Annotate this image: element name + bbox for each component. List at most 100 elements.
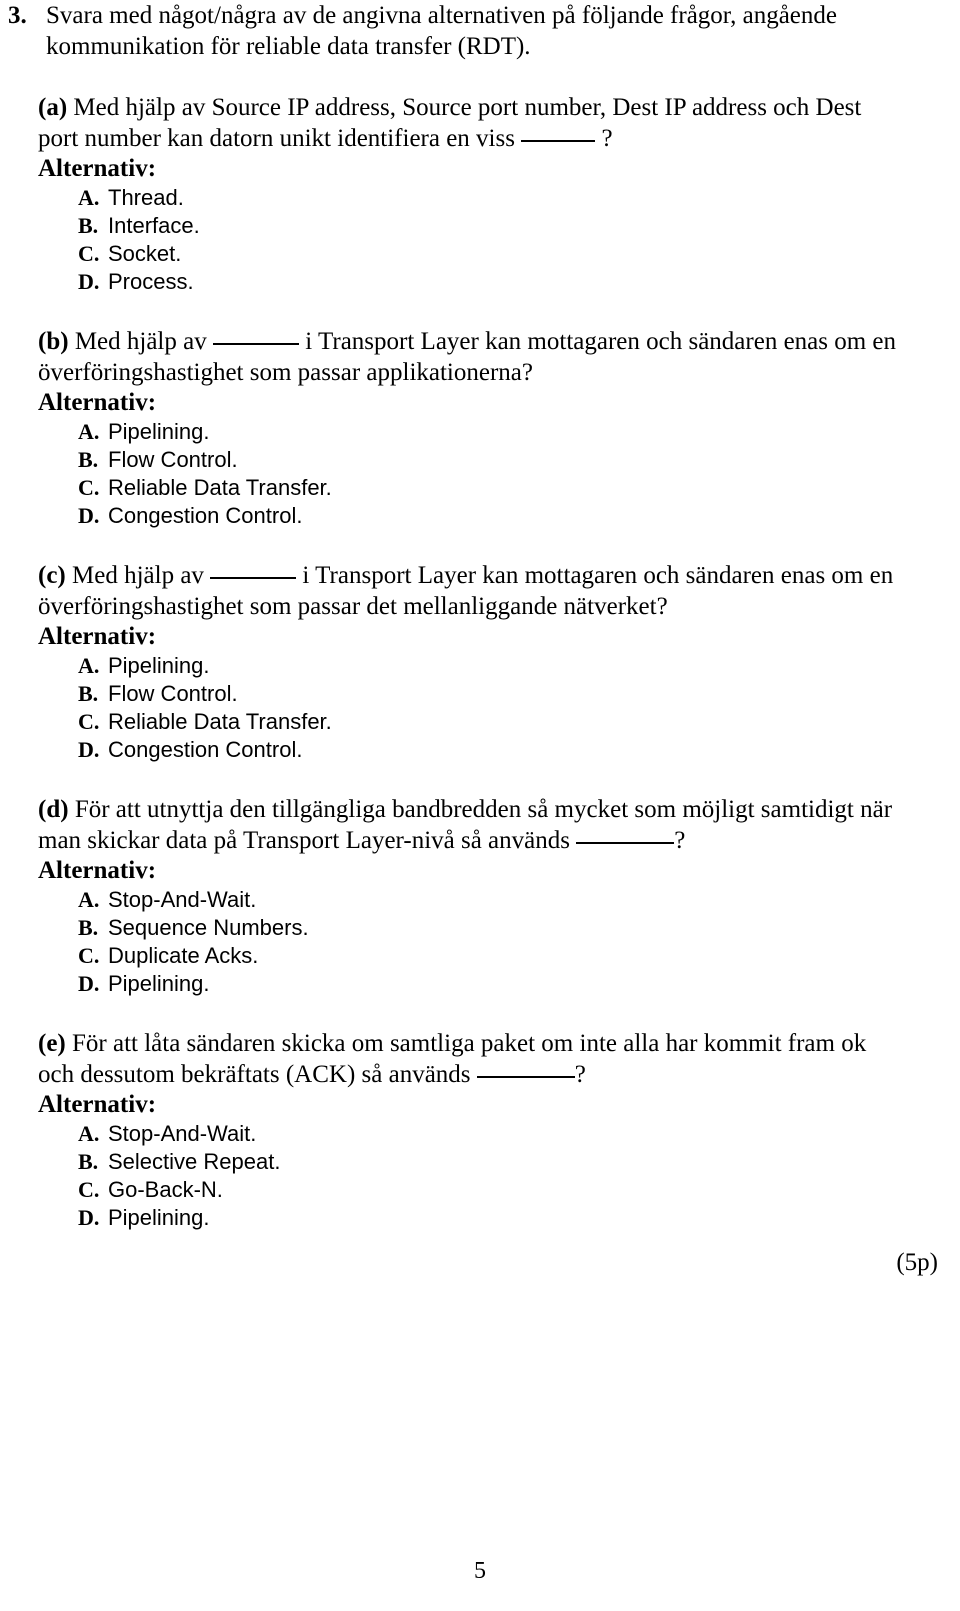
option-text: Stop-And-Wait. (108, 887, 257, 912)
answer-blank-e[interactable] (476, 1076, 575, 1078)
option-item[interactable]: D. Process. (78, 268, 908, 296)
option-text: Socket. (108, 241, 182, 266)
subquestion-a: (a) Med hjälp av Source IP address, Sour… (0, 92, 908, 296)
alternativ-label-b: Alternativ: (38, 389, 157, 416)
subquestion-d-label: (d) (38, 796, 69, 823)
subquestion-e-text-after: ? (574, 1061, 586, 1088)
option-letter: C. (78, 241, 100, 266)
option-item[interactable]: D. Congestion Control. (78, 736, 908, 764)
option-letter: A. (78, 653, 100, 678)
option-letter: A. (78, 1121, 100, 1146)
option-item[interactable]: A. Pipelining. (78, 652, 908, 680)
option-item[interactable]: A. Stop-And-Wait. (78, 1120, 908, 1148)
option-letter: C. (78, 475, 100, 500)
option-letter: C. (78, 943, 100, 968)
question-stem-line-2: kommunikation för reliable data transfer… (46, 33, 531, 60)
option-item[interactable]: B. Selective Repeat. (78, 1148, 908, 1176)
options-list-b: A. Pipelining. B. Flow Control. C. Relia… (38, 418, 908, 530)
option-item[interactable]: B. Flow Control. (78, 680, 908, 708)
option-text: Selective Repeat. (108, 1149, 281, 1174)
option-item[interactable]: C. Go-Back-N. (78, 1176, 908, 1204)
question-stem: Svara med något/några av de angivna alte… (46, 0, 908, 62)
answer-blank-d[interactable] (576, 842, 675, 844)
option-letter: B. (78, 915, 99, 940)
question-3-block: 3. Svara med något/några av de angivna a… (0, 0, 960, 1232)
page-number: 5 (474, 1558, 486, 1584)
subquestion-d-text: (d) För att utnyttja den tillgängliga ba… (38, 794, 900, 856)
option-item[interactable]: C. Reliable Data Transfer. (78, 708, 908, 736)
option-text: Pipelining. (108, 971, 210, 996)
option-item[interactable]: A. Pipelining. (78, 418, 908, 446)
option-text: Thread. (108, 185, 184, 210)
option-text: Go-Back-N. (108, 1177, 223, 1202)
subquestion-b-label: (b) (38, 328, 69, 355)
subquestion-c: (c) Med hjälp av i Transport Layer kan m… (0, 560, 908, 764)
subquestion-d-text-before: För att utnyttja den tillgängliga bandbr… (38, 796, 893, 854)
option-letter: B. (78, 447, 99, 472)
option-letter: C. (78, 1177, 100, 1202)
option-text: Stop-And-Wait. (108, 1121, 257, 1146)
option-item[interactable]: C. Socket. (78, 240, 908, 268)
option-letter: B. (78, 213, 99, 238)
subquestion-c-text-before: Med hjälp av (65, 562, 211, 589)
option-item[interactable]: B. Sequence Numbers. (78, 914, 908, 942)
subquestion-c-label: (c) (38, 562, 66, 589)
option-letter: A. (78, 887, 100, 912)
question-heading: 3. Svara med något/några av de angivna a… (0, 0, 960, 62)
option-letter: A. (78, 419, 100, 444)
answer-blank-a[interactable] (521, 140, 596, 142)
option-item[interactable]: A. Thread. (78, 184, 908, 212)
alternativ-label-c: Alternativ: (38, 623, 157, 650)
subquestion-b: (b) Med hjälp av i Transport Layer kan m… (0, 326, 908, 530)
subquestion-b-text-before: Med hjälp av (68, 328, 213, 355)
option-text: Interface. (108, 213, 200, 238)
option-letter: D. (78, 971, 100, 996)
options-list-a: A. Thread. B. Interface. C. Socket. D. P… (38, 184, 908, 296)
subquestion-a-label: (a) (38, 94, 68, 121)
option-item[interactable]: C. Reliable Data Transfer. (78, 474, 908, 502)
alternativ-label-d: Alternativ: (38, 857, 157, 884)
option-letter: B. (78, 1149, 99, 1174)
options-list-c: A. Pipelining. B. Flow Control. C. Relia… (38, 652, 908, 764)
option-item[interactable]: C. Duplicate Acks. (78, 942, 908, 970)
answer-blank-b[interactable] (212, 343, 299, 345)
option-text: Pipelining. (108, 653, 210, 678)
question-number: 3. (8, 2, 27, 29)
option-text: Reliable Data Transfer. (108, 475, 332, 500)
subquestion-c-text: (c) Med hjälp av i Transport Layer kan m… (38, 560, 900, 622)
subquestion-d: (d) För att utnyttja den tillgängliga ba… (0, 794, 908, 998)
option-letter: D. (78, 737, 100, 762)
option-item[interactable]: D. Pipelining. (78, 1204, 908, 1232)
question-stem-line-1: Svara med något/några av de angivna alte… (46, 2, 838, 29)
subquestion-e-text: (e) För att låta sändaren skicka om samt… (38, 1028, 900, 1090)
option-item[interactable]: D. Congestion Control. (78, 502, 908, 530)
option-letter: D. (78, 503, 100, 528)
option-text: Reliable Data Transfer. (108, 709, 332, 734)
subquestion-a-text-after: ? (595, 125, 613, 152)
option-letter: C. (78, 709, 100, 734)
subquestion-d-text-after: ? (674, 827, 686, 854)
option-text: Sequence Numbers. (108, 915, 309, 940)
alternativ-label-e: Alternativ: (38, 1091, 157, 1118)
subquestion-e-label: (e) (38, 1030, 66, 1057)
subquestion-a-text: (a) Med hjälp av Source IP address, Sour… (38, 92, 900, 154)
option-item[interactable]: B. Flow Control. (78, 446, 908, 474)
option-item[interactable]: A. Stop-And-Wait. (78, 886, 908, 914)
subquestion-e: (e) För att låta sändaren skicka om samt… (0, 1028, 908, 1232)
answer-blank-c[interactable] (210, 577, 297, 579)
option-letter: D. (78, 269, 100, 294)
options-list-d: A. Stop-And-Wait. B. Sequence Numbers. C… (38, 886, 908, 998)
option-text: Flow Control. (108, 447, 238, 472)
option-text: Pipelining. (108, 419, 210, 444)
option-item[interactable]: D. Pipelining. (78, 970, 908, 998)
points-marker: (5p) (896, 1249, 938, 1276)
option-letter: B. (78, 681, 99, 706)
option-text: Congestion Control. (108, 737, 303, 762)
option-item[interactable]: B. Interface. (78, 212, 908, 240)
subquestion-e-text-before: För att låta sändaren skicka om samtliga… (38, 1030, 867, 1088)
